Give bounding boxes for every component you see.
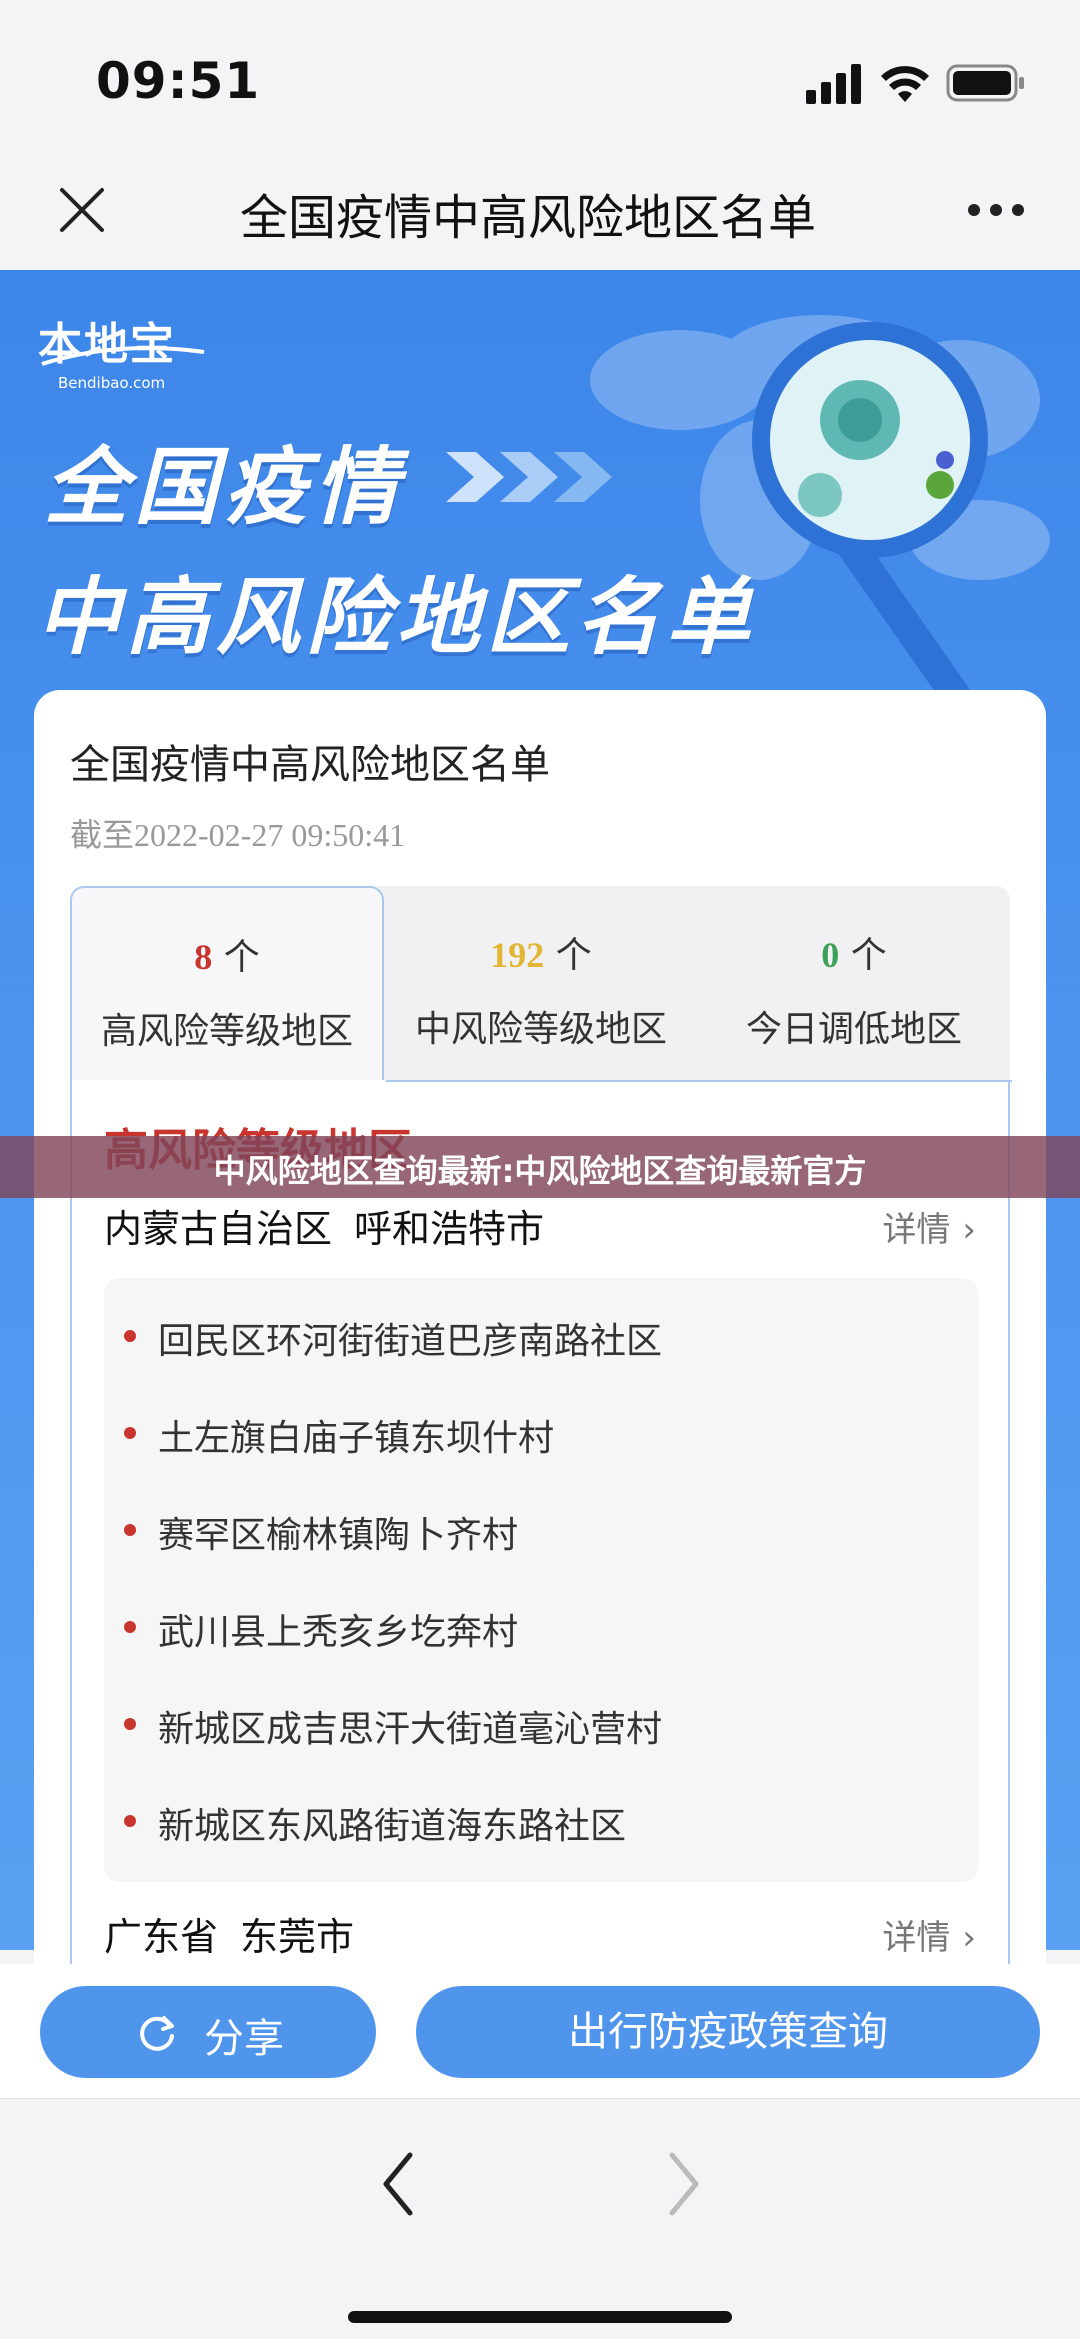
chevron-right-icon: ›	[962, 1918, 976, 1958]
details-label: 详情	[882, 1918, 951, 1958]
bendibao-logo: 本地宝 Bendibao.com	[38, 308, 205, 392]
updated-time: 截至2022-02-27 09:50:41	[70, 810, 405, 856]
tab-count: 192 个	[384, 926, 698, 978]
tab-count: 0 个	[698, 926, 1010, 978]
banner-headline-1: 全国疫情	[44, 438, 405, 536]
bullet-icon	[124, 1524, 136, 1536]
tab-count: 8 个	[72, 928, 382, 980]
tab-panel: 高风险等级地区 内蒙古自治区呼和浩特市 详情› 回民区环河街街道巴彦南路社区 土…	[70, 1080, 1012, 1980]
city-name: 东莞市	[240, 1915, 355, 1959]
forward-arrow-icon[interactable]	[664, 2149, 704, 2219]
bullet-icon	[124, 1815, 136, 1827]
list-item: 赛罕区榆林镇陶卜齐村	[158, 1515, 519, 1556]
risk-tabs: 8 个 高风险等级地区 192 个 中风险等级地区 0 个 今日调低地区	[70, 886, 1010, 1082]
tab-medium-risk[interactable]: 192 个 中风险等级地区	[384, 886, 698, 1082]
bottom-action-bar: 分享 出行防疫政策查询	[0, 1964, 1080, 2098]
virus-magnifier-graphic	[752, 322, 995, 730]
bullet-icon	[124, 1718, 136, 1730]
list-item: 新城区成吉思汗大街道毫沁营村	[158, 1709, 663, 1750]
back-arrow-icon[interactable]	[378, 2149, 418, 2219]
home-indicator[interactable]	[348, 2311, 732, 2323]
browser-navigation	[0, 2098, 1080, 2339]
count-unit: 个	[223, 937, 260, 978]
details-link[interactable]: 详情 ›	[882, 1202, 976, 1251]
close-icon[interactable]	[56, 184, 108, 236]
count-unit: 个	[850, 935, 887, 976]
share-button[interactable]: 分享	[40, 1986, 376, 2078]
updated-timestamp: 2022-02-27 09:50:41	[134, 817, 406, 853]
tab-lowered-today[interactable]: 0 个 今日调低地区	[698, 886, 1010, 1082]
group-header-guangdong: 广东省 东莞市	[104, 1906, 354, 1961]
web-view-navbar: 全国疫情中高风险地区名单	[0, 150, 1080, 270]
count-unit: 个	[555, 935, 592, 976]
share-label: 分享	[204, 2016, 284, 2062]
details-label: 详情	[882, 1210, 951, 1250]
tab-label: 高风险等级地区	[100, 1011, 353, 1052]
list-item: 土左旗白庙子镇东坝什村	[158, 1418, 555, 1459]
lowered-count: 0	[821, 935, 840, 975]
cellular-signal-icon	[806, 64, 861, 104]
tab-high-risk[interactable]: 8 个 高风险等级地区	[70, 886, 384, 1082]
panel-border	[386, 1080, 1012, 1082]
high-risk-count: 8	[194, 937, 213, 977]
status-time: 09:51	[96, 52, 261, 110]
caption-overlay: 中风险地区查询最新:中风险地区查询最新官方	[0, 1136, 1080, 1198]
chevrons-icon	[446, 452, 612, 502]
chevron-right-icon: ›	[962, 1210, 976, 1250]
page-title: 全国疫情中高风险地区名单	[240, 190, 817, 246]
tab-label: 中风险等级地区	[414, 1009, 667, 1050]
tab-label: 今日调低地区	[745, 1009, 962, 1050]
list-item: 武川县上秃亥乡圪奔村	[158, 1612, 519, 1653]
city-name: 呼和浩特市	[354, 1207, 545, 1251]
group-header-neimenggu: 内蒙古自治区 呼和浩特市	[104, 1198, 544, 1253]
status-bar: 09:51	[0, 0, 1080, 150]
updated-prefix: 截至	[70, 817, 135, 853]
more-options-icon[interactable]	[966, 202, 1026, 218]
wifi-icon	[881, 66, 929, 102]
medium-risk-count: 192	[490, 935, 545, 975]
share-refresh-icon	[140, 2016, 174, 2051]
bullet-icon	[124, 1621, 136, 1633]
travel-policy-button[interactable]: 出行防疫政策查询	[416, 1986, 1040, 2078]
banner-headline-2: 中高风险地区名单	[36, 568, 757, 666]
area-list: 回民区环河街街道巴彦南路社区 土左旗白庙子镇东坝什村 赛罕区榆林镇陶卜齐村 武川…	[104, 1278, 978, 1882]
logo-swoosh	[41, 346, 205, 366]
card-title: 全国疫情中高风险地区名单	[70, 742, 550, 788]
risk-list-card: 全国疫情中高风险地区名单 截至2022-02-27 09:50:41 8 个 高…	[34, 690, 1046, 1990]
details-link[interactable]: 详情 ›	[882, 1910, 976, 1959]
bullet-icon	[124, 1427, 136, 1439]
logo-domain: Bendibao.com	[58, 374, 166, 392]
province-name: 内蒙古自治区	[104, 1207, 333, 1251]
caption-text: 中风险地区查询最新:中风险地区查询最新官方	[213, 1152, 867, 1190]
list-item: 回民区环河街街道巴彦南路社区	[158, 1321, 663, 1362]
province-name: 广东省	[104, 1915, 219, 1959]
bullet-icon	[124, 1330, 136, 1342]
list-item: 新城区东风路街道海东路社区	[158, 1806, 627, 1847]
battery-icon	[946, 64, 1024, 102]
